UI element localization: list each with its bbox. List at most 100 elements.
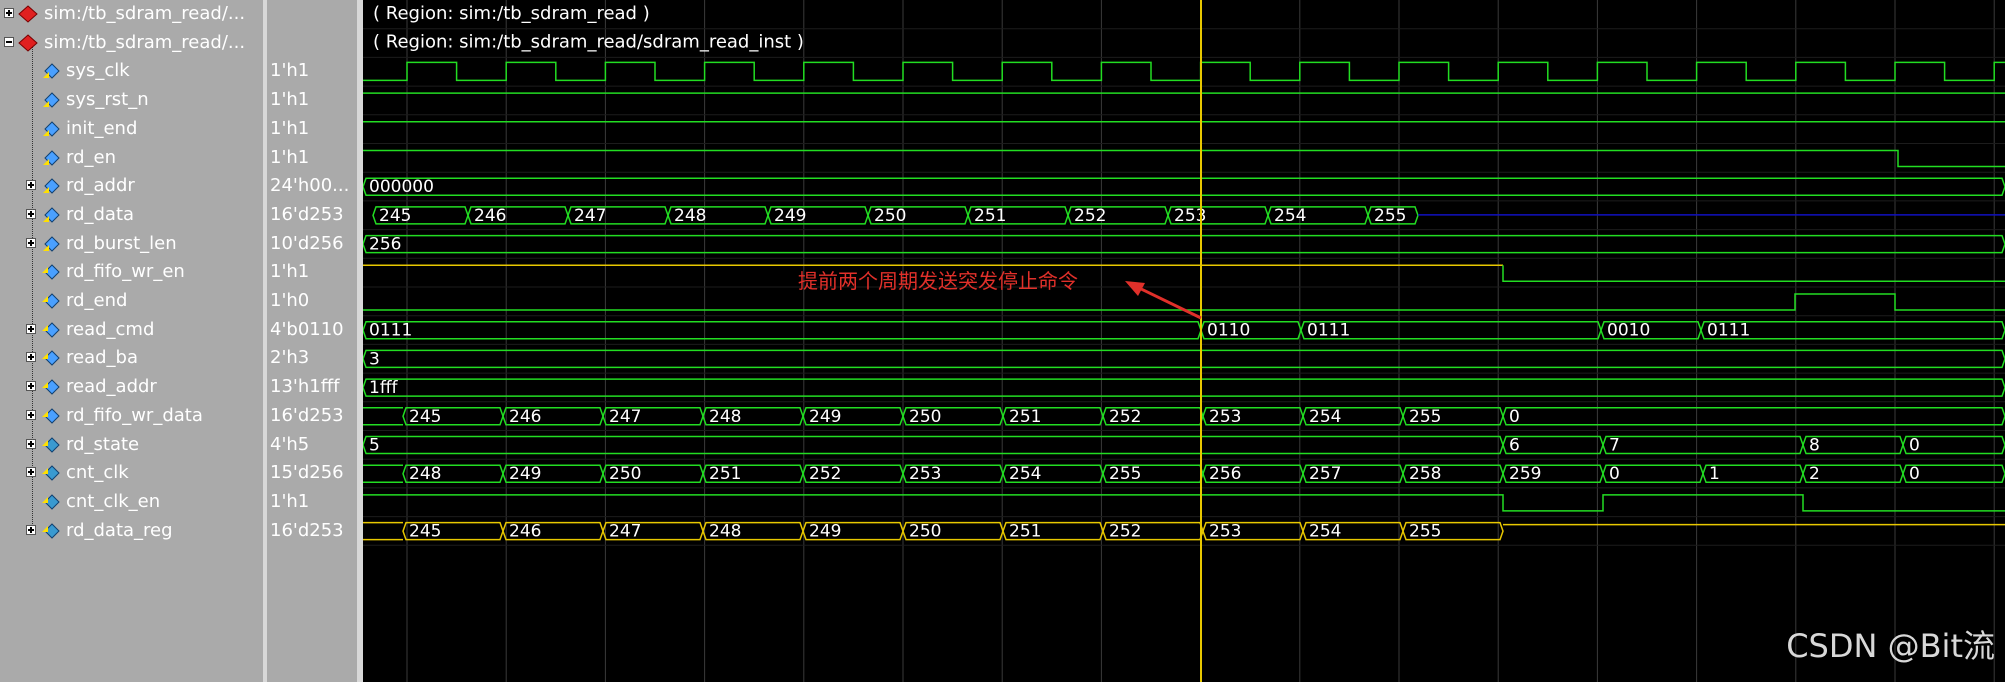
input-signal-icon	[43, 121, 60, 137]
expand-icon[interactable]	[26, 180, 36, 191]
pane-divider[interactable]	[263, 0, 267, 682]
internal-signal-icon	[42, 436, 60, 453]
bus-value-label: 246	[509, 407, 541, 427]
bus-value-label: 252	[1109, 407, 1141, 427]
collapse-icon[interactable]	[4, 36, 14, 47]
bus-value-label: 0111	[1307, 321, 1350, 341]
bus-value-label: 1fff	[369, 378, 399, 398]
signal-value-label: 4'b0110	[270, 318, 344, 340]
output-signal-icon	[42, 293, 60, 309]
signal-name-label: sys_clk	[66, 60, 130, 82]
bus-value-label: 246	[509, 522, 541, 542]
bus-segment	[363, 234, 2005, 254]
bus-value-label: 253	[1209, 522, 1241, 542]
signal-value-label: 1'h1	[270, 146, 310, 168]
bus-value-label: 3	[369, 349, 380, 369]
signal-row-rd-end[interactable]: rd_end	[0, 287, 262, 315]
expand-icon[interactable]	[26, 409, 36, 420]
expand-icon[interactable]	[26, 237, 36, 248]
bus-value-label: 6	[1509, 436, 1520, 456]
signal-row-init-end[interactable]: init_end	[0, 115, 262, 143]
signal-value-label: 13'h1fff	[270, 376, 340, 398]
signal-name-label: rd_data	[66, 203, 135, 225]
cnt-clk-en-waveform	[363, 494, 2005, 512]
signal-name-label: cnt_clk_en	[66, 490, 161, 512]
bus-value-label: 0	[1509, 407, 1520, 427]
bus-value-label: 249	[774, 206, 806, 226]
bus-value-label: 245	[409, 407, 441, 427]
signal-row-rd-data-reg[interactable]: rd_data_reg	[0, 517, 262, 545]
region-label: ( Region: sim:/tb_sdram_read/sdram_read_…	[373, 32, 804, 53]
expand-icon[interactable]	[26, 524, 36, 535]
expand-icon[interactable]	[26, 323, 36, 334]
signal-value-label: 16'd253	[270, 203, 344, 225]
signal-name-label: sim:/tb_sdram_read/...	[44, 31, 246, 53]
bus-value-label: 259	[1509, 464, 1541, 484]
bus-value-label: 254	[1009, 464, 1041, 484]
bus-value-label: 251	[1009, 407, 1041, 427]
signal-row-sim-tb-sdram-read-[interactable]: sim:/tb_sdram_read/...	[0, 0, 262, 28]
signal-value-label: 10'd256	[270, 232, 344, 254]
input-signal-icon	[43, 235, 60, 252]
signal-row-rd-fifo-wr-en[interactable]: rd_fifo_wr_en	[0, 258, 262, 286]
signal-name-label: rd_burst_len	[66, 232, 177, 254]
signal-row-cnt-clk-en[interactable]: cnt_clk_en	[0, 488, 262, 516]
signal-name-label: sys_rst_n	[66, 89, 149, 111]
signal-row-rd-data[interactable]: rd_data	[0, 201, 262, 229]
signal-name-label: rd_data_reg	[66, 519, 173, 541]
bus-value-label: 250	[909, 522, 941, 542]
bus-value-label: 258	[1409, 464, 1441, 484]
signal-row-rd-fifo-wr-data[interactable]: rd_fifo_wr_data	[0, 402, 262, 430]
expand-icon[interactable]	[26, 438, 36, 449]
bus-value-label: 5	[369, 436, 380, 456]
signal-row-sys-clk[interactable]: sys_clk	[0, 57, 262, 85]
output-signal-icon	[42, 408, 60, 424]
bus-value-label: 248	[409, 464, 441, 484]
bus-value-label: 249	[809, 407, 841, 427]
signal-value-label: 16'd253	[270, 519, 344, 541]
output-signal-icon	[42, 321, 60, 338]
signal-value-label	[270, 29, 358, 57]
expand-icon[interactable]	[26, 467, 36, 478]
signal-row-sim-tb-sdram-read-[interactable]: sim:/tb_sdram_read/...	[0, 29, 262, 57]
signal-value-label	[270, 0, 358, 28]
signal-row-rd-burst-len[interactable]: rd_burst_len	[0, 230, 262, 258]
bus-value-label: 252	[809, 464, 841, 484]
bus-segment	[363, 320, 1202, 340]
bus-value-label: 251	[709, 464, 741, 484]
annotation-arrowhead	[1125, 281, 1145, 296]
signal-name-label: read_ba	[66, 347, 138, 369]
bus-segment	[363, 464, 403, 483]
bus-segment	[363, 521, 403, 541]
bus-value-label: 255	[1409, 522, 1441, 542]
waveform-canvas[interactable]: ( Region: sim:/tb_sdram_read ) ( Region: …	[363, 0, 2005, 682]
bus-segment	[363, 177, 2005, 196]
bus-value-label: 249	[509, 464, 541, 484]
signal-name-label: read_cmd	[66, 318, 155, 340]
signal-row-rd-addr[interactable]: rd_addr	[0, 172, 262, 200]
signal-value-label: 1'h1	[270, 490, 310, 512]
signal-row-rd-state[interactable]: rd_state	[0, 431, 262, 459]
bus-value-label: 250	[874, 206, 906, 226]
signal-row-sys-rst-n[interactable]: sys_rst_n	[0, 86, 262, 114]
bus-value-label: 8	[1809, 436, 1820, 456]
signal-row-read-cmd[interactable]: read_cmd	[0, 316, 262, 344]
bus-value-label: 250	[609, 464, 641, 484]
signal-row-read-ba[interactable]: read_ba	[0, 344, 262, 372]
expand-icon[interactable]	[26, 352, 36, 363]
expand-icon[interactable]	[26, 381, 36, 392]
bus-segment	[363, 407, 403, 426]
bus-value-label: 247	[609, 522, 641, 542]
expand-icon[interactable]	[26, 208, 36, 219]
expand-icon[interactable]	[4, 8, 14, 18]
annotation-text: 提前两个周期发送突发停止命令	[798, 269, 1078, 293]
signal-row-read-addr[interactable]: read_addr	[0, 373, 262, 401]
bus-value-label: 0110	[1207, 321, 1250, 341]
signal-row-rd-en[interactable]: rd_en	[0, 144, 262, 172]
bus-value-label: 0111	[369, 321, 412, 341]
signal-name-label: sim:/tb_sdram_read/...	[44, 3, 246, 24]
signal-value-label: 1'h1	[270, 261, 310, 283]
signal-row-cnt-clk[interactable]: cnt_clk	[0, 459, 262, 487]
input-signal-icon	[43, 149, 60, 166]
signal-name-label: rd_fifo_wr_en	[66, 261, 185, 283]
